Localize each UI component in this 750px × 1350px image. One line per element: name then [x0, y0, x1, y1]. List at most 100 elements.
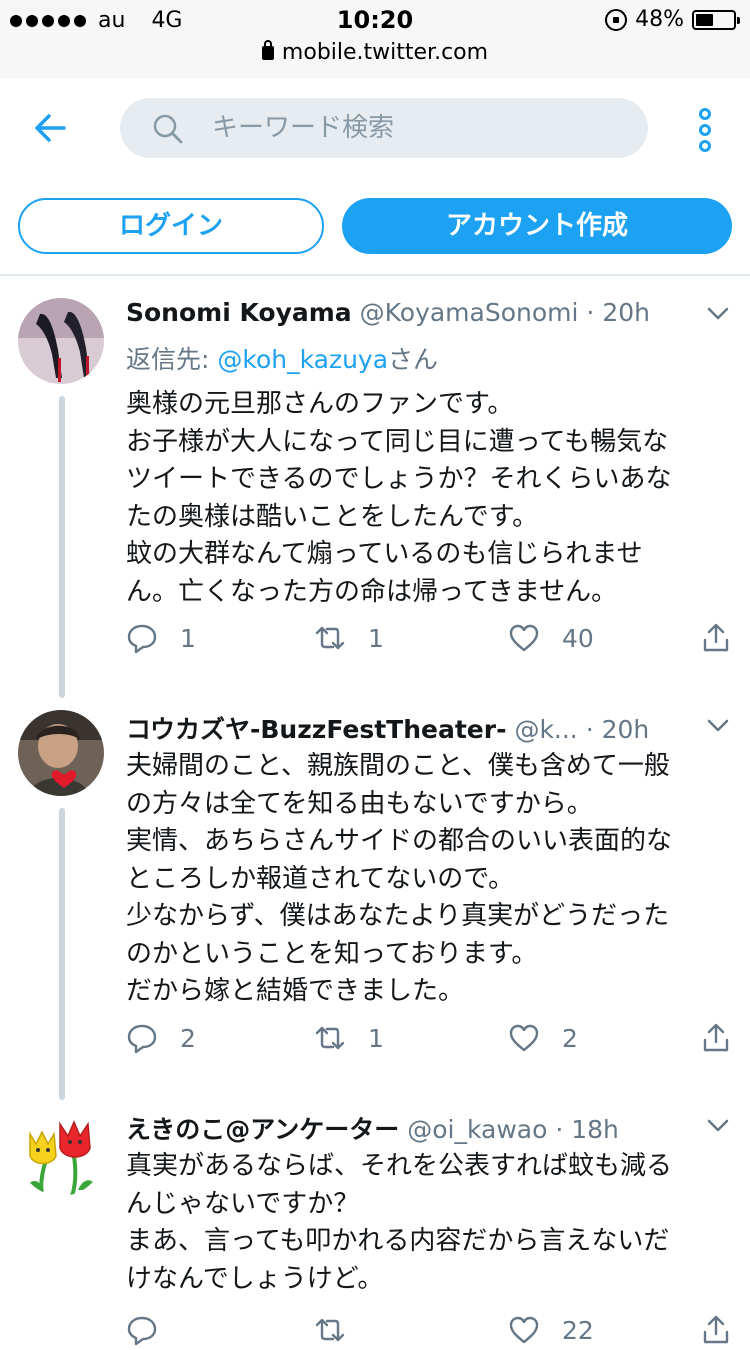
chevron-down-icon[interactable] [706, 306, 730, 322]
rotation-lock-icon [605, 8, 628, 31]
search-icon [153, 114, 183, 144]
tweet-text: 夫婦間のこと、親族間のこと、僕も含めて一般 の方々は全てを知る由もないですから。… [126, 748, 726, 1011]
retweet-icon [315, 626, 345, 650]
auth-buttons: ログイン アカウント作成 [0, 196, 750, 256]
retweet-button[interactable]: 1 [314, 618, 384, 658]
retweet-icon [315, 1026, 345, 1050]
tulips-illustration-icon [18, 1110, 104, 1196]
tweet[interactable]: えきのこ@アンケーター @oi_kawao · 18h 真実があるならば、それを… [0, 1110, 750, 1346]
text-line: 夫婦間のこと、親族間のこと、僕も含めて一般 [126, 751, 670, 781]
retweet-count: 1 [368, 1023, 384, 1053]
reply-count: 1 [180, 623, 196, 653]
reply-button[interactable]: 1 [126, 618, 196, 658]
like-count: 22 [562, 1315, 594, 1345]
like-count: 2 [562, 1023, 578, 1053]
high-heels-photo-icon [18, 298, 104, 384]
display-name[interactable]: えきのこ@アンケーター [126, 1115, 399, 1144]
search-input[interactable] [212, 98, 632, 158]
battery-percent: 48% [635, 7, 684, 32]
tweet-header: Sonomi Koyama @KoyamaSonomi · 20h [126, 298, 696, 338]
text-line: 少なからず、僕はあなたより真実がどうだった [126, 901, 670, 931]
like-button[interactable]: 22 [508, 1310, 594, 1350]
retweet-count: 1 [368, 623, 384, 653]
padlock-icon [261, 40, 274, 60]
text-line: ん。亡くなった方の命は帰ってきません。 [126, 576, 618, 607]
reply-prefix: 返信先: [126, 345, 218, 374]
text-line: んじゃないですか？ [126, 1188, 360, 1219]
like-button[interactable]: 2 [508, 1018, 578, 1058]
reply-button[interactable]: 2 [126, 1018, 196, 1058]
user-handle[interactable]: @k... [514, 715, 577, 744]
share-icon [703, 1023, 729, 1052]
login-button[interactable]: ログイン [18, 198, 324, 254]
tweet-text: 奥様の元旦那さんのファンです。 お子様が大人になって同じ目に遭っても暢気な ツイ… [126, 386, 726, 611]
like-count: 40 [562, 623, 594, 653]
avatar[interactable] [18, 710, 104, 796]
share-icon [703, 1315, 729, 1344]
user-handle[interactable]: @oi_kawao [407, 1115, 547, 1144]
text-line: 真実があるならば、それを公表すれば蚊も減る [126, 1151, 673, 1181]
text-line: だから嫁と結婚できました。 [126, 976, 465, 1006]
share-icon [703, 623, 729, 652]
share-button[interactable] [700, 1018, 732, 1058]
share-button[interactable] [700, 1310, 732, 1350]
timestamp[interactable]: 18h [571, 1115, 619, 1144]
timestamp[interactable]: 20h [602, 298, 650, 327]
reply-icon [127, 624, 157, 654]
top-bar [0, 78, 750, 178]
chevron-down-icon[interactable] [706, 1118, 730, 1134]
reply-suffix: さん [388, 345, 439, 374]
signup-button[interactable]: アカウント作成 [342, 198, 732, 254]
address-bar[interactable]: mobile.twitter.com [0, 40, 750, 65]
tweet-text: 真実があるならば、それを公表すれば蚊も減る んじゃないですか？ まあ、言っても叩… [126, 1148, 726, 1298]
tweet-header: コウカズヤ-BuzzFestTheater- @k... · 20h [126, 710, 696, 750]
text-line: 実情、あちらさんサイドの都合のいい表面的な [126, 826, 673, 856]
reply-to: 返信先: @koh_kazuyaさん [126, 340, 438, 376]
more-options-icon[interactable] [694, 108, 716, 152]
heart-icon [509, 624, 539, 652]
avatar[interactable] [18, 1110, 104, 1196]
display-name[interactable]: Sonomi Koyama [126, 298, 352, 327]
text-line: ところしか報道されてないので。 [126, 863, 515, 894]
tweet-actions: 22 [126, 1310, 736, 1350]
header-divider [0, 274, 750, 276]
heart-icon [509, 1316, 539, 1344]
url-text: mobile.twitter.com [281, 40, 489, 65]
battery-icon [692, 9, 740, 30]
text-line: お子様が大人になって同じ目に遭っても暢気な [126, 426, 669, 457]
reply-count: 2 [180, 1023, 196, 1053]
heart-icon [509, 1024, 539, 1052]
person-with-heart-photo-icon [18, 710, 104, 796]
status-icons: 48% [605, 7, 740, 32]
text-line: のかということを知っております。 [126, 938, 538, 969]
user-handle[interactable]: @KoyamaSonomi [360, 298, 579, 327]
status-bar: au 4G 10:20 48% mobile.twitter.com [0, 0, 750, 78]
retweet-button[interactable]: 1 [314, 1018, 384, 1058]
text-line: たの奥様は酷いことをしたんです。 [126, 501, 539, 532]
timestamp[interactable]: 20h [602, 715, 650, 744]
tweet-actions: 1 1 40 [126, 618, 736, 658]
text-line: まあ、言っても叩かれる内容だから言えないだ [126, 1226, 670, 1256]
separator: · [586, 298, 595, 327]
avatar[interactable] [18, 298, 104, 384]
tweet-header: えきのこ@アンケーター @oi_kawao · 18h [126, 1110, 696, 1150]
display-name[interactable]: コウカズヤ-BuzzFestTheater- [126, 715, 506, 744]
tweet-actions: 2 1 2 [126, 1018, 736, 1058]
retweet-icon [315, 1318, 345, 1342]
reply-handle-link[interactable]: @koh_kazuya [217, 345, 388, 374]
chevron-down-icon[interactable] [706, 718, 730, 734]
reply-button[interactable] [126, 1310, 180, 1350]
like-button[interactable]: 40 [508, 618, 594, 658]
text-line: 蚊の大群なんて煽っているのも信じられませ [126, 539, 643, 569]
reply-icon [127, 1316, 157, 1346]
text-line: の方々は全てを知る由もないですから。 [126, 788, 593, 819]
reply-icon [127, 1024, 157, 1054]
separator: · [585, 715, 594, 744]
tweet[interactable]: コウカズヤ-BuzzFestTheater- @k... · 20h 夫婦間のこ… [0, 710, 750, 1090]
share-button[interactable] [700, 618, 732, 658]
retweet-button[interactable] [314, 1310, 368, 1350]
text-line: けなんでしょうけど。 [126, 1263, 384, 1294]
search-box[interactable] [120, 98, 648, 158]
back-arrow-icon[interactable] [30, 108, 70, 148]
tweet[interactable]: Sonomi Koyama @KoyamaSonomi · 20h 返信先: @… [0, 298, 750, 678]
